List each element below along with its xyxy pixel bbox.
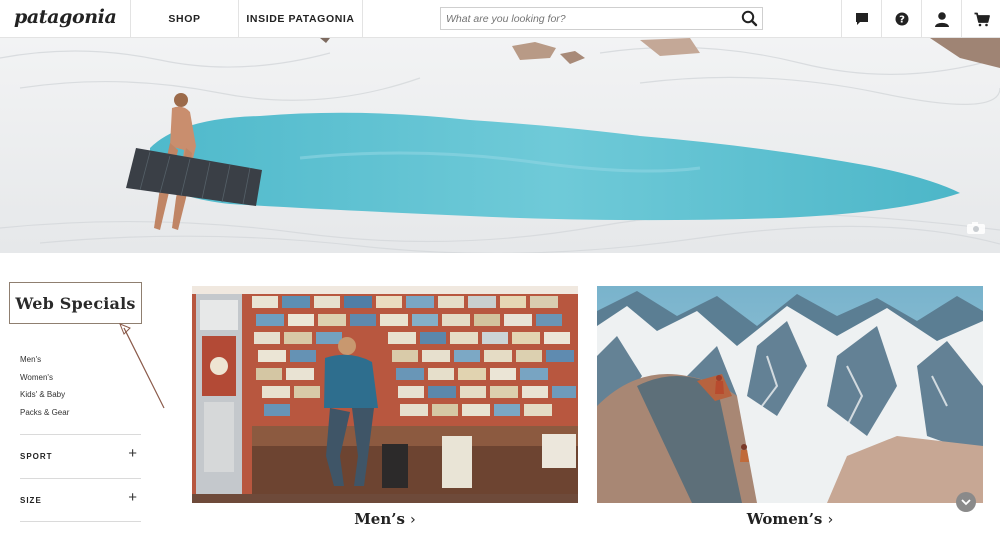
womens-photo [597,286,983,503]
category-link-mens[interactable]: Men's [20,353,69,371]
search-button[interactable] [738,9,760,28]
filter-size-label: SIZE [20,496,42,505]
search-icon [741,10,758,27]
nav-inside-patagonia[interactable]: INSIDE PATAGONIA [238,0,363,38]
chevron-down-icon [961,498,971,505]
chat-button[interactable] [841,0,881,38]
mens-photo [192,286,578,503]
help-button[interactable]: ? [881,0,921,38]
mens-tile-image[interactable] [192,286,578,503]
filter-sport[interactable]: SPORT + [20,434,141,478]
annotation-arrow-icon [119,323,165,409]
filter-size[interactable]: SIZE + [20,478,141,522]
category-link-kids-baby[interactable]: Kids' & Baby [20,388,69,406]
top-navigation: patagonia SHOP INSIDE PATAGONIA ? [0,0,1000,38]
filter-sport-label: SPORT [20,452,53,461]
cart-button[interactable] [961,0,1000,38]
hero-image [0,38,1000,253]
account-icon [934,12,949,27]
nav-shop[interactable]: SHOP [130,0,238,38]
cart-icon [974,12,990,26]
mens-tile-label: Men’s [354,510,405,528]
womens-tile-image[interactable] [597,286,983,503]
hero-banner[interactable] [0,38,1000,253]
womens-tile-caption[interactable]: Women’s › [597,510,983,528]
chat-icon [855,13,868,25]
category-link-packs-gear[interactable]: Packs & Gear [20,406,69,424]
category-link-womens[interactable]: Women's [20,371,69,389]
search-bar [440,7,763,30]
camera-icon [967,222,985,234]
category-list: Men's Women's Kids' & Baby Packs & Gear [20,353,69,423]
help-icon: ? [895,12,908,26]
search-input[interactable] [441,8,731,29]
divider [20,521,141,522]
photo-credit-button[interactable] [966,221,986,235]
chevron-right-icon: › [827,512,834,528]
scroll-down-button[interactable] [956,492,976,512]
account-button[interactable] [921,0,961,38]
web-specials-heading: Web Specials [9,282,142,324]
chevron-right-icon: › [410,512,416,528]
patagonia-logo[interactable]: patagonia [14,6,117,28]
mens-tile-caption[interactable]: Men’s › [192,510,578,528]
svg-text:?: ? [899,15,905,26]
expand-plus-icon[interactable]: + [128,490,137,505]
womens-tile-label: Women’s [746,510,823,528]
expand-plus-icon[interactable]: + [128,446,137,461]
